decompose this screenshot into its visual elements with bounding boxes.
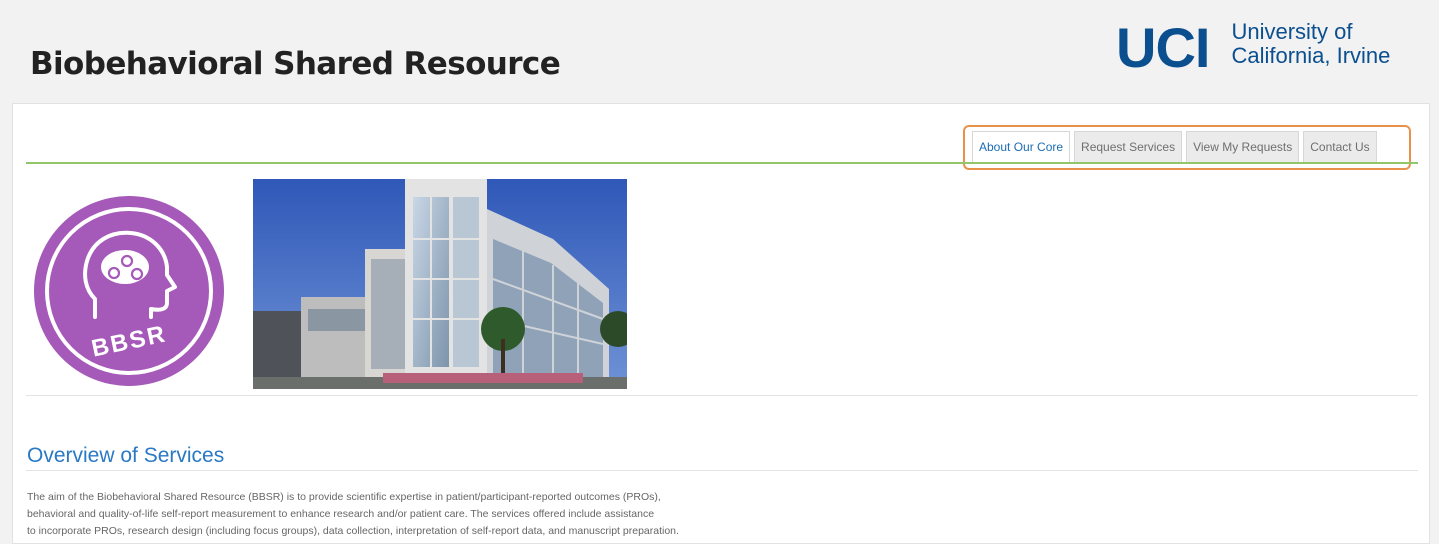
site-title: Biobehavioral Shared Resource — [30, 46, 561, 82]
tab-request-services[interactable]: Request Services — [1074, 131, 1183, 164]
uci-logo-line1: University of — [1231, 19, 1353, 44]
overview-title: Overview of Services — [27, 444, 225, 467]
tab-view-my-requests[interactable]: View My Requests — [1186, 131, 1300, 164]
uci-logo-mark: UCI — [1116, 16, 1210, 79]
overview-text: The aim of the Biobehavioral Shared Reso… — [27, 489, 887, 540]
uci-logo[interactable]: UCI University of California, Irvine — [1110, 20, 1439, 80]
main-nav: About Our Core Request Services View My … — [972, 131, 1377, 164]
site-header: Biobehavioral Shared Resource UCI Univer… — [0, 0, 1439, 100]
uci-logo-line2: California, Irvine — [1231, 43, 1391, 68]
bbsr-logo: BBSR — [34, 196, 224, 386]
building-photo — [253, 179, 627, 389]
brain-icon — [101, 250, 149, 284]
tab-about-our-core[interactable]: About Our Core — [972, 131, 1071, 164]
overview-title-divider — [26, 470, 1418, 471]
overview-line: The aim of the Biobehavioral Shared Reso… — [27, 491, 661, 503]
page: Biobehavioral Shared Resource UCI Univer… — [0, 0, 1439, 544]
overview-line: to incorporate PROs, research design (in… — [27, 525, 679, 537]
content-divider — [26, 395, 1418, 396]
uci-logo-text: University of California, Irvine — [1231, 20, 1390, 68]
tab-contact-us[interactable]: Contact Us — [1303, 131, 1377, 164]
main-panel: About Our Core Request Services View My … — [12, 103, 1430, 544]
nav-divider — [26, 162, 1418, 164]
overview-line: behavioral and quality-of-life self-repo… — [27, 508, 655, 520]
